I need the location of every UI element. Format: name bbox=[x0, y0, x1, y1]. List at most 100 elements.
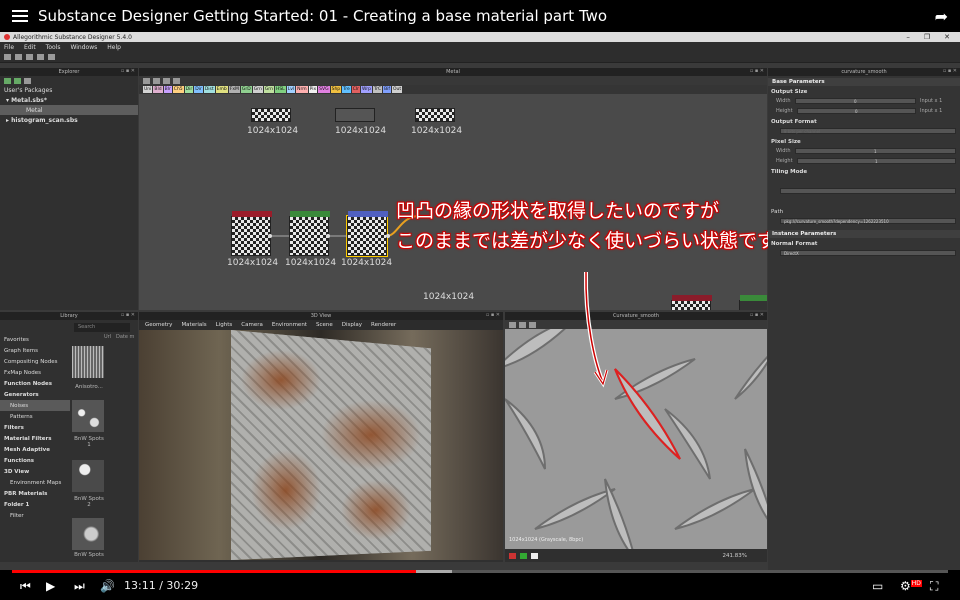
maximize-icon[interactable]: ❐ bbox=[924, 33, 930, 41]
3d-view-panel[interactable]: 3D View ▫ ▪ ✕ Geometry Materials Lights C… bbox=[139, 312, 503, 562]
palette-item[interactable]: Shp bbox=[330, 86, 342, 93]
play-icon[interactable]: ▶ bbox=[46, 579, 55, 593]
library-category[interactable]: Graph Items bbox=[0, 345, 70, 356]
library-category[interactable]: Filters bbox=[0, 422, 70, 433]
curvature-preview[interactable]: 1024x1024 (Grayscale, 8bpc) bbox=[505, 329, 767, 549]
palette-item[interactable]: Emb bbox=[215, 86, 228, 93]
palette-item[interactable]: Grn bbox=[263, 86, 274, 93]
palette-item[interactable]: Uni bbox=[143, 86, 153, 93]
library-category[interactable]: Favorites bbox=[0, 334, 70, 345]
palette-item[interactable]: Dir bbox=[194, 86, 203, 93]
library-category[interactable]: Generators bbox=[0, 389, 70, 400]
normal-format-select[interactable]: DirectX bbox=[780, 250, 956, 256]
minimize-icon[interactable]: – bbox=[906, 33, 910, 41]
section-instance-parameters[interactable]: Instance Parameters bbox=[768, 230, 960, 238]
height-unit[interactable]: Input x 1 bbox=[920, 108, 960, 114]
palette-item[interactable]: Bld bbox=[153, 86, 163, 93]
library-category[interactable]: Compositing Nodes bbox=[0, 356, 70, 367]
library-category[interactable]: PBR Materials bbox=[0, 488, 70, 499]
thumb-bnw-spots-2[interactable] bbox=[72, 460, 104, 492]
palette-item[interactable]: Pix bbox=[308, 86, 318, 93]
fullscreen-icon[interactable]: ⛶ bbox=[930, 579, 938, 594]
graph-node[interactable] bbox=[289, 211, 330, 256]
palette-item[interactable]: Bif bbox=[383, 86, 392, 93]
share-icon[interactable]: ➦ bbox=[935, 7, 948, 26]
menu-scene[interactable]: Scene bbox=[316, 322, 333, 328]
library-category[interactable]: Folder 1 bbox=[0, 499, 70, 510]
run-icon[interactable] bbox=[14, 77, 21, 84]
next-icon[interactable]: ⏭ bbox=[74, 579, 85, 594]
menu-camera[interactable]: Camera bbox=[241, 322, 263, 328]
library-category[interactable]: Patterns bbox=[0, 411, 70, 422]
library-category[interactable]: Filter bbox=[0, 510, 70, 521]
channel-icon[interactable] bbox=[531, 552, 538, 559]
section-base-parameters[interactable]: Base Parameters bbox=[768, 78, 960, 86]
palette-item[interactable]: Dist bbox=[203, 86, 215, 93]
close-icon[interactable]: ✕ bbox=[944, 33, 950, 41]
thumb-anisotropic[interactable] bbox=[72, 346, 104, 378]
panel-controls-icon[interactable]: ▫ ▪ ✕ bbox=[943, 68, 957, 74]
view-tool-icon[interactable] bbox=[509, 321, 516, 328]
folder-icon[interactable] bbox=[24, 77, 31, 84]
channel-icon[interactable] bbox=[520, 552, 527, 559]
panel-controls-icon[interactable]: ▫ ▪ ✕ bbox=[750, 312, 764, 318]
2d-view-panel[interactable]: Curvature_smooth ▫ ▪ ✕ 1024x1024 (Graysc… bbox=[505, 312, 767, 562]
3d-scene-viewport[interactable] bbox=[139, 330, 503, 560]
library-category[interactable]: Functions bbox=[0, 455, 70, 466]
menu-materials[interactable]: Materials bbox=[181, 322, 206, 328]
menu-windows[interactable]: Windows bbox=[70, 44, 97, 51]
menu-geometry[interactable]: Geometry bbox=[145, 322, 172, 328]
palette-item[interactable]: Clr bbox=[351, 86, 361, 93]
redo-icon[interactable] bbox=[48, 54, 55, 60]
panel-controls-icon[interactable]: ▫ ▪ ✕ bbox=[486, 312, 500, 318]
captions-icon[interactable]: ▭ bbox=[872, 579, 883, 593]
view-tool-icon[interactable] bbox=[519, 321, 526, 328]
menu-help[interactable]: Help bbox=[107, 44, 121, 51]
library-category[interactable]: Mesh Adaptive bbox=[0, 444, 70, 455]
previous-icon[interactable]: ⏮ bbox=[20, 579, 31, 594]
view-tool-icon[interactable] bbox=[529, 321, 536, 328]
zoom-level[interactable]: 241.83% bbox=[723, 553, 747, 559]
menu-display[interactable]: Display bbox=[342, 322, 362, 328]
library-category[interactable]: 3D View bbox=[0, 466, 70, 477]
library-category[interactable]: Function Nodes bbox=[0, 378, 70, 389]
tiling-mode-select[interactable] bbox=[780, 188, 956, 194]
pixel-width-slider[interactable]: 1 bbox=[794, 148, 956, 154]
palette-item[interactable]: Ch5 bbox=[172, 86, 184, 93]
palette-item[interactable]: Lvl bbox=[286, 86, 296, 93]
width-slider[interactable]: 0 bbox=[794, 98, 916, 104]
explorer-row-metal-graph[interactable]: Metal bbox=[0, 105, 138, 115]
new-package-icon[interactable] bbox=[4, 54, 11, 60]
volume-icon[interactable]: 🔊 bbox=[100, 579, 115, 593]
menu-lights[interactable]: Lights bbox=[216, 322, 233, 328]
thumb-bnw-spots-3[interactable] bbox=[72, 518, 104, 550]
frame-icon[interactable] bbox=[163, 77, 170, 84]
explorer-row-metal-sbs[interactable]: ▾ Metal.sbs* bbox=[0, 95, 138, 105]
graph-node[interactable] bbox=[415, 108, 455, 122]
palette-item[interactable]: Grn bbox=[252, 86, 263, 93]
menu-file[interactable]: File bbox=[4, 44, 14, 51]
save-icon[interactable] bbox=[26, 54, 33, 60]
library-category[interactable]: FxMap Nodes bbox=[0, 367, 70, 378]
video-title[interactable]: Substance Designer Getting Started: 01 -… bbox=[38, 7, 607, 25]
curvature-smooth-node[interactable] bbox=[346, 211, 388, 257]
library-col-url[interactable]: Url bbox=[104, 334, 111, 340]
menu-tools[interactable]: Tools bbox=[46, 44, 61, 51]
zoom-icon[interactable] bbox=[153, 77, 160, 84]
palette-item[interactable]: Tre bbox=[342, 86, 351, 93]
progress-bar[interactable] bbox=[12, 570, 948, 573]
panel-controls-icon[interactable]: ▫ ▪ ✕ bbox=[121, 312, 135, 318]
panel-controls-icon[interactable]: ▫ ▪ ✕ bbox=[121, 68, 135, 74]
channel-icon[interactable] bbox=[509, 552, 516, 559]
explorer-row-user-packages[interactable]: User's Packages bbox=[0, 85, 138, 95]
panel-controls-icon[interactable]: ▫ ▪ ✕ bbox=[750, 68, 764, 74]
open-package-icon[interactable] bbox=[15, 54, 22, 60]
library-col-date[interactable]: Date m bbox=[116, 334, 134, 340]
output-format-select[interactable]: 8 bits per channel bbox=[780, 128, 956, 134]
graph-node[interactable] bbox=[671, 295, 712, 310]
palette-item[interactable]: Nrm bbox=[296, 86, 308, 93]
graph-node[interactable] bbox=[251, 108, 291, 122]
graph-panel[interactable]: Metal ▫ ▪ ✕ Uni Bld Blr Ch5 Dir Dir Dist Emb FxM G… bbox=[139, 68, 767, 310]
palette-item[interactable]: TrC bbox=[373, 86, 383, 93]
graph-node[interactable] bbox=[335, 108, 375, 122]
